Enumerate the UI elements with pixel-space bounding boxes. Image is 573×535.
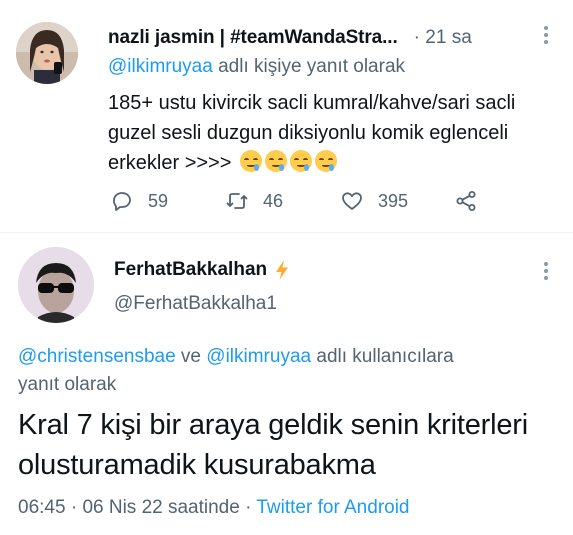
share-button[interactable] [454, 186, 492, 216]
tweet-text: Kral 7 kişi bir araya geldik senin krite… [18, 409, 528, 481]
reply-button[interactable]: 59 [110, 186, 168, 216]
like-count: 395 [378, 190, 409, 211]
retweet-button[interactable]: 46 [225, 186, 283, 216]
avatar-image [16, 22, 78, 84]
mention-link[interactable]: @ilkimruyaa [206, 346, 311, 367]
reply-count: 59 [148, 190, 169, 211]
more-options-icon[interactable] [543, 26, 549, 48]
meta-separator: · [239, 497, 257, 518]
drooling-face-icon [289, 150, 312, 172]
user-handle[interactable]: @FerhatBakkalha1 [114, 293, 277, 315]
reply-context-text: adlı kullanıcılara [311, 346, 454, 367]
reply-icon [113, 192, 131, 211]
tweet-date[interactable]: 06 Nis 22 saatinde [82, 497, 239, 518]
tweet-header: nazli jasmin | #teamWandaStra... · 21 sa [108, 25, 553, 51]
avatar-image [18, 247, 94, 323]
display-name[interactable]: FerhatBakkalhan [114, 259, 267, 281]
mention-link[interactable]: @christensensbae [18, 346, 176, 367]
reply-context-text: adlı kişiye yanıt olarak [212, 56, 406, 77]
reply-connector: ve [175, 346, 207, 367]
drooling-face-icon [239, 150, 262, 172]
avatar[interactable] [16, 22, 78, 84]
like-button[interactable]: 395 [340, 186, 408, 216]
reply-context: @christensensbae ve @ilkimruyaa adlı kul… [18, 343, 558, 399]
drooling-face-icon [314, 150, 337, 172]
retweet-icon [226, 193, 248, 209]
more-options-icon[interactable] [543, 262, 549, 284]
reply-context: @ilkimruyaa adlı kişiye yanıt olarak [108, 56, 405, 78]
tweet-text: 185+ ustu kivircik sacli kumral/kahve/sa… [108, 88, 548, 178]
mention-link[interactable]: @ilkimruyaa [108, 56, 213, 77]
tweet-card[interactable]: nazli jasmin | #teamWandaStra... · 21 sa… [0, 0, 573, 232]
tweet-metadata: 06:45 · 06 Nis 22 saatinde · Twitter for… [18, 497, 410, 519]
lightning-icon [276, 260, 289, 280]
divider [0, 232, 573, 233]
meta-separator: · [65, 497, 83, 518]
drooling-face-icon [264, 150, 287, 172]
avatar[interactable] [18, 247, 94, 323]
display-name[interactable]: nazli jasmin | #teamWandaStra... [108, 27, 398, 49]
tweet-time[interactable]: · 21 sa [414, 27, 472, 49]
tweet-time[interactable]: 06:45 [18, 497, 66, 518]
retweet-count: 46 [263, 190, 284, 211]
tweet-actions: 59 46 395 [108, 186, 548, 216]
heart-icon [342, 192, 362, 210]
tweet-source-link[interactable]: Twitter for Android [256, 497, 409, 518]
display-name-row: FerhatBakkalhan [114, 259, 291, 281]
share-icon [456, 191, 476, 211]
reply-context-text: yanıt olarak [18, 374, 117, 395]
